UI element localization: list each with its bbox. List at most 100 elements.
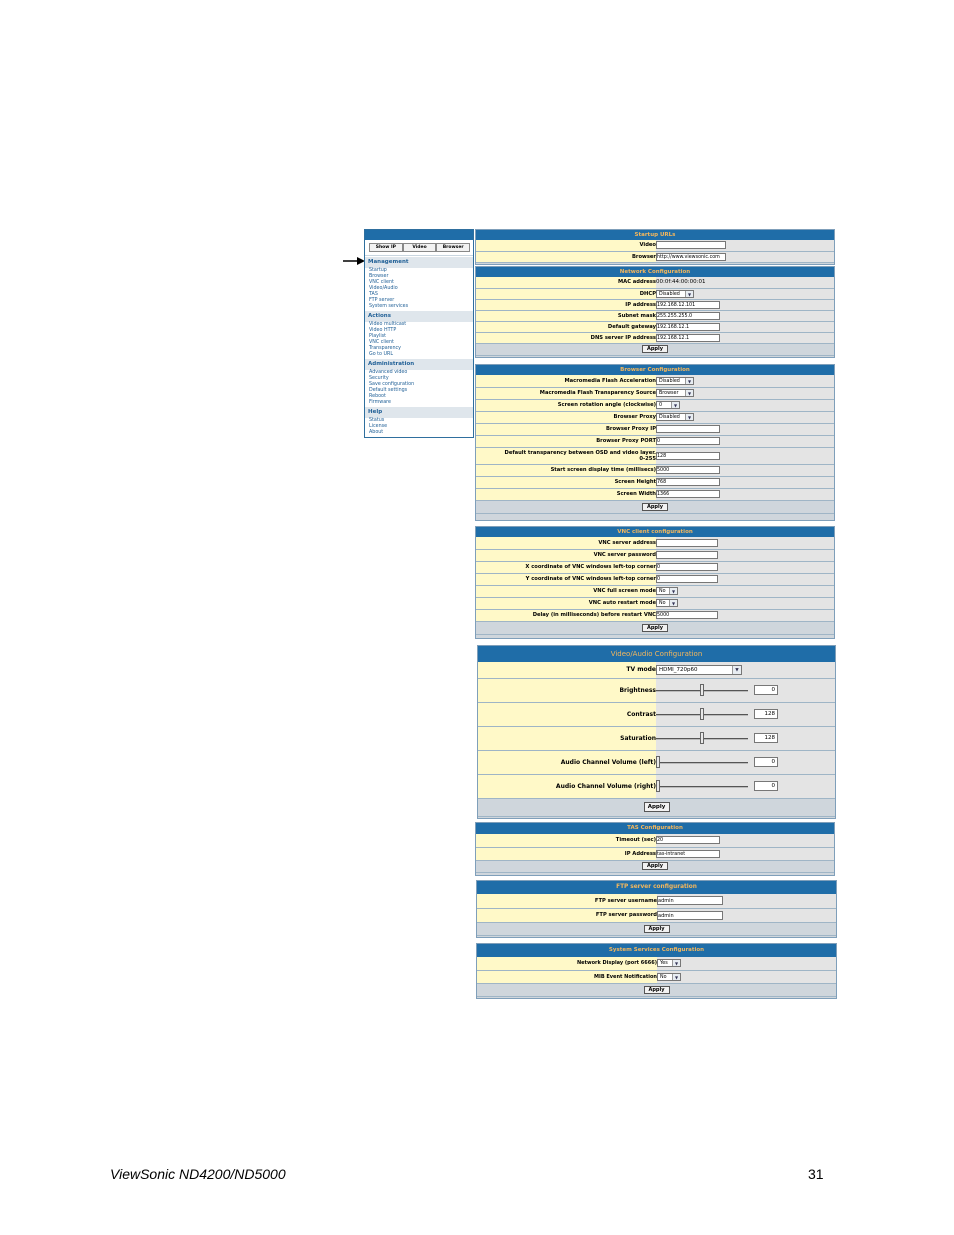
dhcp-select[interactable]: Disabled ▼ [656,289,694,298]
audio-left-slider[interactable] [656,756,748,768]
ftp-apply-button[interactable]: Apply [643,924,670,933]
browser-button[interactable]: Browser [436,243,471,252]
sidebar-header [365,230,473,240]
sidebar-item-go-to-url[interactable]: Go to URL [365,352,473,358]
field-label: Browser [476,251,656,263]
sidebar-item-system-services[interactable]: System services [365,304,473,310]
slider-thumb[interactable] [700,708,704,720]
tas-timeout-input[interactable]: 20 [656,836,720,845]
flash-transparency-select[interactable]: Browser ▼ [656,389,694,397]
field-label: Browser Proxy PORT [476,435,656,448]
chevron-down-icon: ▼ [669,600,677,606]
browser-apply-button[interactable]: Apply [642,502,668,511]
browser-url-input[interactable]: http://www.viewsonic.com [656,252,726,261]
ftp-password-input[interactable]: admin [657,910,723,920]
vnc-restart-select[interactable]: No ▼ [656,599,678,607]
chevron-down-icon: ▼ [685,414,693,420]
slider-thumb[interactable] [656,756,660,768]
saturation-input[interactable]: 128 [754,733,778,743]
panel-title: Video/Audio Configuration [478,646,835,662]
field-label: Browser Proxy IP [476,423,656,436]
vnc-delay-input[interactable]: 5000 [656,611,718,619]
vnc-y-input[interactable]: 0 [656,575,718,583]
slider-thumb[interactable] [700,684,704,696]
field-label: Default gateway [476,321,656,333]
start-screen-time-input[interactable]: 5000 [656,466,720,474]
field-label: VNC server address [476,537,656,550]
field-label: Start screen display time (millisecs) [476,464,656,477]
vnc-address-input[interactable] [656,538,718,547]
subnet-mask-input[interactable]: 255.255.255.0 [656,311,720,320]
gateway-input[interactable]: 192.168.12.1 [656,322,720,331]
browser-config-panel: Browser Configuration Macromedia Flash A… [475,364,835,521]
brightness-slider[interactable] [656,684,748,696]
flash-acceleration-select[interactable]: Disabled ▼ [656,376,694,385]
brightness-input[interactable]: 0 [754,685,778,695]
network-apply-button[interactable]: Apply [642,345,668,353]
slider-track [656,762,748,764]
sidebar-section-administration: Administration [365,359,473,370]
tas-apply-button[interactable]: Apply [642,862,668,870]
dns-input[interactable]: 192.168.12.1 [656,333,720,342]
sidebar-item-about[interactable]: About [365,430,473,436]
network-config-panel: Network Configuration MAC address 00:0f:… [475,266,835,358]
audio-right-input[interactable]: 0 [754,781,778,791]
field-label: Browser Proxy [476,411,656,424]
sidebar-buttons: Show IP Video Browser [365,240,473,256]
osd-transparency-input[interactable]: 128 [656,451,720,460]
services-apply-button[interactable]: Apply [643,985,670,994]
proxy-ip-input[interactable] [656,425,720,433]
show-ip-button[interactable]: Show IP [369,243,403,252]
screen-width-input[interactable]: 1366 [656,490,720,498]
arrow-right-icon [343,257,365,265]
contrast-input[interactable]: 128 [754,709,778,719]
field-label: VNC full screen mode [476,585,656,598]
ip-address-input[interactable]: 192.168.12.101 [656,300,720,309]
field-label: MIB Event Notification [477,970,657,984]
video-button[interactable]: Video [402,243,437,252]
field-label: Network Display (port 6666) [477,957,657,971]
field-label: Screen Width [476,488,656,501]
slider-thumb[interactable] [700,732,704,744]
screen-height-input[interactable]: 768 [656,478,720,486]
panel-title: Network Configuration [476,267,834,277]
field-label: Y coordinate of VNC windows left-top cor… [476,573,656,586]
field-label: Macromedia Flash Acceleration [476,375,656,388]
vnc-x-input[interactable]: 0 [656,563,718,571]
audio-right-slider[interactable] [656,780,748,792]
startup-urls-panel: Startup URLs Video Browser http://www.vi… [475,229,835,265]
field-label: Brightness [478,678,656,703]
proxy-port-input[interactable]: 0 [656,437,720,445]
field-label: Audio Channel Volume (left) [478,750,656,775]
tas-ip-input[interactable]: tas-intranet [656,849,720,858]
vnc-fullscreen-select[interactable]: No ▼ [656,587,678,595]
network-display-select[interactable]: Yes ▼ [657,959,681,968]
chevron-down-icon: ▼ [685,290,693,297]
field-label: Default transparency between OSD and vid… [476,447,656,465]
vnc-config-panel: VNC client configuration VNC server addr… [475,526,835,639]
field-label: MAC address [476,277,656,289]
mib-notification-select[interactable]: No ▼ [657,972,681,981]
dhcp-selected: Disabled [659,291,680,297]
select-value: HDMI_720p60 [659,666,698,673]
video-apply-button[interactable]: Apply [643,802,670,812]
proxy-select[interactable]: Disabled ▼ [656,413,694,421]
osd-label-line-1: Default transparency between OSD and vid… [504,449,656,456]
vnc-password-input[interactable] [656,551,718,559]
contrast-slider[interactable] [656,708,748,720]
panel-title: System Services Configuration [477,944,836,957]
select-value: Disabled [659,378,680,384]
field-label: Audio Channel Volume (right) [478,774,656,799]
video-url-input[interactable] [656,241,726,250]
saturation-slider[interactable] [656,732,748,744]
sidebar-item-firmware[interactable]: Firmware [365,400,473,406]
page-number: 31 [808,1166,824,1182]
tv-mode-select[interactable]: HDMI_720p60 ▼ [656,664,742,675]
select-value: Yes [660,961,668,967]
panel-title: FTP server configuration [477,881,836,894]
audio-left-input[interactable]: 0 [754,757,778,767]
rotation-select[interactable]: 0 ▼ [656,401,680,409]
ftp-username-input[interactable]: admin [657,896,723,906]
slider-thumb[interactable] [656,780,660,792]
vnc-apply-button[interactable]: Apply [642,623,668,632]
